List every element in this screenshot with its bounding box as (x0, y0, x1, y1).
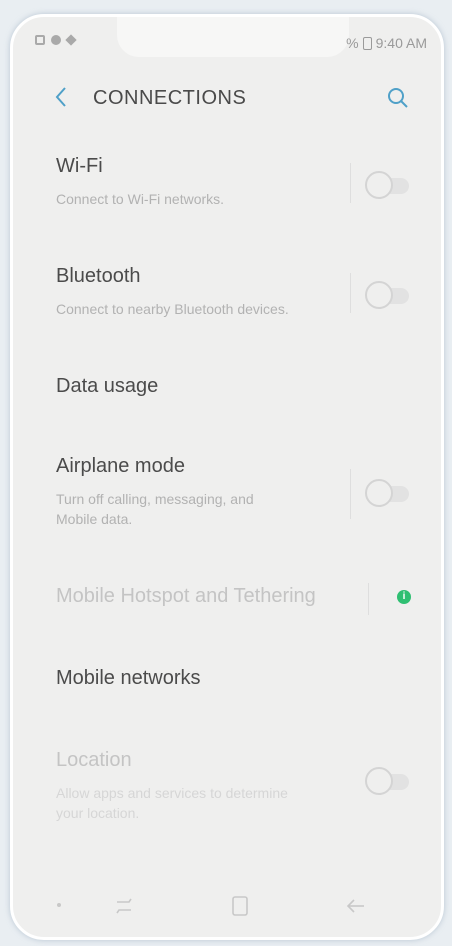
divider (350, 273, 351, 313)
nav-indicator-dot (57, 903, 61, 907)
status-bar: % 9:40 AM (13, 33, 441, 57)
setting-item-mobile-hotspot[interactable]: Mobile Hotspot and Tethering i (13, 583, 441, 625)
setting-item-airplane-mode[interactable]: Airplane mode Turn off calling, messagin… (13, 455, 441, 545)
home-icon[interactable] (227, 893, 253, 919)
item-title: Mobile Hotspot and Tethering (56, 585, 316, 607)
status-right: % 9:40 AM (346, 35, 427, 51)
info-icon[interactable]: i (397, 590, 411, 604)
item-subtitle: Connect to Wi-Fi networks. (56, 191, 225, 207)
item-title: Location (56, 749, 132, 771)
item-title: Mobile networks (56, 667, 201, 689)
signal-indicator: % (346, 35, 359, 51)
setting-item-wifi[interactable]: Wi-Fi Connect to Wi-Fi networks. (13, 155, 441, 225)
back-arrow-icon-svg (346, 899, 364, 913)
divider (350, 163, 351, 203)
toggle-knob (365, 281, 393, 309)
setting-item-bluetooth[interactable]: Bluetooth Connect to nearby Bluetooth de… (13, 265, 441, 335)
recents-icon-svg (116, 898, 132, 914)
app-header: CONNECTIONS (13, 79, 441, 119)
phone-frame: % 9:40 AM CONNECTIONS Wi-Fi Connect to W… (10, 14, 444, 940)
chevron-left-icon-svg (55, 87, 66, 107)
battery-icon (362, 36, 372, 50)
notification-icon (35, 35, 45, 45)
search-icon[interactable] (385, 85, 411, 111)
wifi-toggle[interactable] (365, 171, 409, 199)
item-subtitle-line2: Mobile data. (56, 511, 133, 527)
airplane-mode-toggle[interactable] (365, 479, 409, 507)
item-subtitle: Connect to nearby Bluetooth devices. (56, 301, 289, 317)
divider (350, 469, 351, 519)
item-title: Airplane mode (56, 455, 185, 477)
divider (368, 583, 369, 615)
bluetooth-toggle[interactable] (365, 281, 409, 309)
search-icon-svg (388, 88, 408, 108)
navigation-bar (13, 877, 441, 937)
item-subtitle-line2: your location. (56, 805, 140, 821)
item-subtitle-line1: Allow apps and services to determine (56, 785, 288, 801)
sync-icon (51, 35, 61, 45)
item-subtitle-line1: Turn off calling, messaging, and (56, 491, 254, 507)
settings-icon (65, 34, 77, 46)
setting-item-mobile-networks[interactable]: Mobile networks (13, 667, 441, 707)
chevron-left-icon[interactable] (51, 83, 75, 111)
item-title: Wi-Fi (56, 155, 103, 177)
recents-icon[interactable] (111, 893, 137, 919)
page-title: CONNECTIONS (93, 87, 247, 109)
home-icon-svg (232, 896, 248, 916)
toggle-knob (365, 479, 393, 507)
status-time: 9:40 AM (375, 35, 427, 51)
back-arrow-icon[interactable] (343, 893, 369, 919)
toggle-knob (365, 767, 393, 795)
toggle-knob (365, 171, 393, 199)
notification-icons (35, 34, 77, 46)
item-title: Bluetooth (56, 265, 141, 287)
item-title: Data usage (56, 375, 159, 397)
location-toggle[interactable] (365, 767, 409, 795)
setting-item-data-usage[interactable]: Data usage (13, 375, 441, 415)
setting-item-location[interactable]: Location Allow apps and services to dete… (13, 749, 441, 839)
